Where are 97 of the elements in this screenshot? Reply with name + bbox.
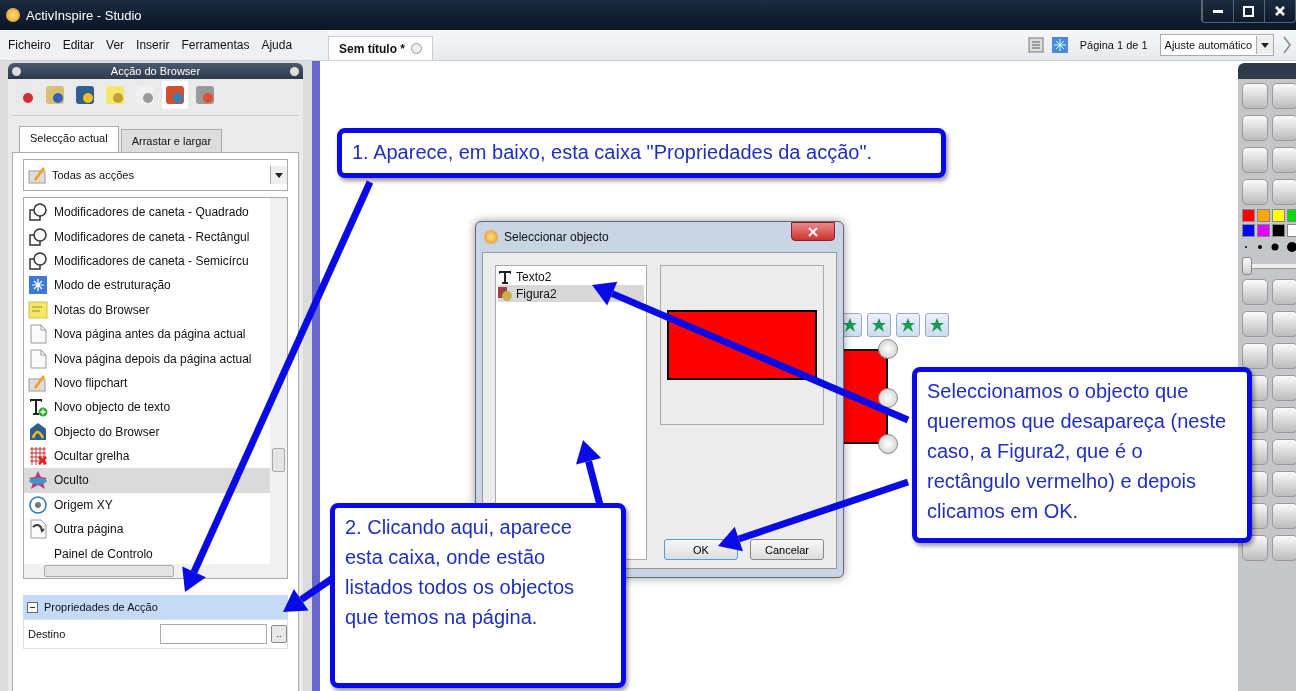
pencil-icon [28, 372, 48, 393]
close-button[interactable] [791, 222, 835, 241]
panel-tab[interactable]: Arrastar e largar [120, 129, 223, 152]
minimize-icon [1213, 9, 1223, 13]
color-swatch[interactable] [1272, 209, 1285, 222]
panel-tab[interactable]: Selecção actual [19, 126, 119, 152]
caret-icon [275, 172, 283, 178]
action-item[interactable]: Notas do Browser [24, 297, 270, 322]
action-item[interactable]: Objecto do Browser [24, 419, 270, 444]
action-item[interactable]: Outra página [24, 517, 270, 542]
close-icon[interactable] [12, 66, 21, 76]
dialog-title: Seleccionar objecto [504, 230, 609, 244]
color-swatch[interactable] [1257, 224, 1270, 237]
pencil-icon [28, 165, 48, 185]
dialog-button[interactable]: Cancelar [750, 539, 824, 560]
star-icon [901, 318, 915, 332]
action-item[interactable]: Nova página depois da página actual [24, 346, 270, 371]
splitter-bar[interactable] [312, 61, 320, 691]
target-field[interactable] [160, 624, 267, 644]
scrollbar[interactable] [24, 564, 287, 578]
pin-icon[interactable] [290, 66, 299, 76]
menu-item[interactable]: Ferramentas [181, 38, 250, 52]
menu-item[interactable]: Inserir [136, 38, 170, 52]
action-item[interactable]: Novo flipchart [24, 370, 270, 396]
star-icon [872, 318, 886, 332]
slider-thumb[interactable] [1242, 257, 1252, 275]
object-toolbar-button[interactable] [867, 313, 891, 337]
collapse-icon[interactable] [27, 601, 38, 613]
properties-header[interactable]: Propriedades de Acção [23, 595, 288, 619]
action-item[interactable]: Modificadores de caneta - Quadrado [24, 200, 270, 225]
document-tab[interactable]: Sem título * [328, 36, 433, 60]
star-icon [843, 318, 857, 332]
grid-icon [28, 446, 48, 467]
panel-title: Acção do Browser [109, 65, 202, 77]
dropdown-button[interactable] [1256, 36, 1273, 54]
browser-icon[interactable] [162, 81, 188, 109]
field-label: Destino [28, 628, 67, 640]
shapes-icon [28, 202, 48, 223]
action-item[interactable]: Painel de Controlo [24, 541, 270, 564]
callout-tooltip: Seleccionamos o objecto que queremos que desapareça (neste caso, a Figura2, que é o rectângulo vermelho) e depois clicamos em OK. [912, 367, 1252, 543]
action-item[interactable]: Modo de estruturação [24, 273, 270, 298]
action-item[interactable]: Ocultar grelha [24, 443, 270, 469]
snowflake-icon [28, 275, 48, 296]
page-list-icon[interactable] [1027, 37, 1044, 53]
scrollbar[interactable] [270, 198, 287, 564]
page-icon [28, 348, 48, 369]
sticky-note-icon [28, 299, 48, 320]
arrow [576, 440, 604, 506]
panel-header [1238, 63, 1296, 79]
object-toolbar-button[interactable] [896, 313, 920, 337]
page-arrow-icon [28, 519, 48, 540]
browse-button[interactable]: .. [271, 625, 287, 643]
tool-icon[interactable] [1242, 535, 1268, 561]
action-item[interactable]: Modificadores de caneta - Semicírcu [24, 248, 270, 274]
close-icon [808, 226, 818, 237]
pen-size-icon[interactable] [1242, 241, 1296, 253]
action-item[interactable]: Oculto [24, 468, 270, 493]
rotate-handle[interactable] [878, 434, 898, 454]
dropdown-button[interactable] [270, 166, 287, 184]
color-swatch[interactable] [1257, 209, 1270, 222]
close-icon [1274, 5, 1286, 17]
shapes-icon [28, 226, 48, 247]
object-toolbar-button[interactable] [925, 313, 949, 337]
zoom-dropdown[interactable]: Ajuste automático [1159, 34, 1274, 56]
callout-tooltip: 2. Clicando aqui, aparece esta caixa, onde estão listados todos os objectos que temos na página. [330, 503, 626, 688]
resize-handle[interactable] [878, 339, 898, 359]
page-icon [28, 324, 48, 345]
snowflake-icon[interactable] [1051, 37, 1068, 53]
page-indicator: Página 1 de 1 [1079, 39, 1148, 51]
color-swatch[interactable] [1242, 224, 1255, 237]
star-icon [28, 470, 48, 491]
menu-item[interactable]: Ajuda [261, 38, 293, 52]
star-icon [930, 318, 944, 332]
object-item[interactable]: Texto2 [498, 268, 644, 285]
menu-item[interactable]: Editar [62, 38, 95, 52]
color-swatch[interactable] [1272, 224, 1285, 237]
shapes-icon [28, 250, 48, 271]
window-title: ActivInspire - Studio [26, 7, 142, 23]
action-item[interactable]: Nova página antes da página actual [24, 321, 270, 347]
menu-item[interactable]: Ficheiro [8, 38, 51, 52]
chevron-icon[interactable] [1282, 35, 1292, 55]
action-item[interactable]: Novo objecto de texto [24, 395, 270, 420]
app-logo-icon [484, 230, 498, 244]
callout-tooltip: 1. Aparece, em baixo, esta caixa "Propriedades da acção". [337, 128, 946, 178]
maximize-icon [1243, 5, 1255, 17]
text-icon [498, 269, 512, 284]
shape-icon [498, 286, 512, 301]
app-logo-icon [6, 8, 20, 22]
action-item[interactable]: Origem XY [24, 492, 270, 518]
action-item[interactable]: Modificadores de caneta - Rectângul [24, 224, 270, 249]
menu-item[interactable]: Ver [106, 38, 125, 52]
text-icon [28, 397, 48, 418]
color-swatch[interactable] [1242, 209, 1255, 222]
action-filter-dropdown[interactable]: Todas as acções [23, 159, 288, 191]
caret-icon [1261, 42, 1269, 48]
browser-object-icon [28, 421, 48, 442]
target-icon [28, 494, 48, 515]
